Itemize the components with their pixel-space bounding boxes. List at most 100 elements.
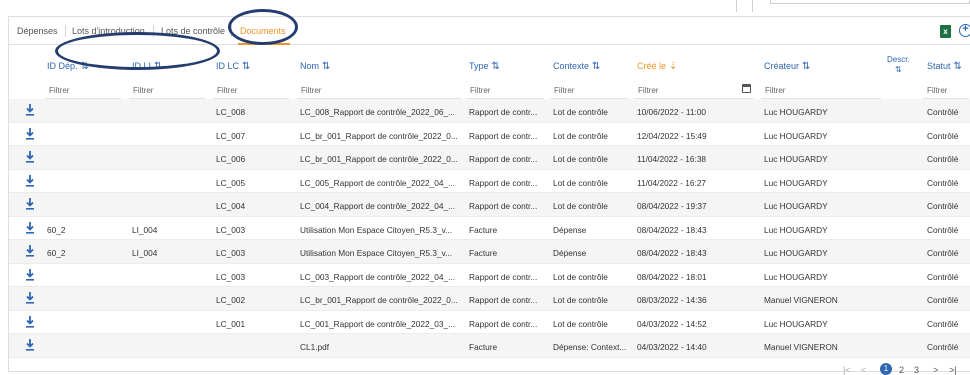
column-header-id-lc[interactable]: ID LC ⇅ [216, 61, 250, 72]
cell-type: Facture [469, 224, 498, 235]
cell-createur: Luc HOUGARDY [764, 224, 828, 235]
table-row[interactable]: LC_007 LC_br_001_Rapport de contrôle_2022… [9, 123, 970, 146]
table-row[interactable]: LC_008 LC_008_Rapport de contrôle_2022_06… [9, 99, 970, 123]
download-icon[interactable] [25, 174, 35, 187]
column-header-contexte[interactable]: Contexte ⇅ [553, 61, 600, 72]
cell-contexte: Lot de contrôle [553, 201, 608, 211]
table-row[interactable]: 60_2 LI_004 LC_003 Utilisation Mon Espace C… [9, 217, 970, 240]
filter-createur[interactable]: Filtrer [765, 86, 785, 95]
filter-contexte[interactable]: Filtrer [554, 86, 574, 95]
cell-id-lc: LC_003 [216, 271, 246, 282]
table-row[interactable]: LC_004 LC_004_Rapport de contrôle_2022_04… [9, 193, 970, 217]
table-row[interactable]: LC_003 LC_003_Rapport de contrôle_2022_04… [9, 264, 970, 287]
cell-id-lc: LC_007 [216, 130, 246, 141]
table-row[interactable]: CL1.pdf Facture Dépense: Context... 04/03/2… [9, 334, 970, 358]
cell-id-lc: LC_005 [216, 177, 246, 188]
download-icon[interactable] [25, 292, 35, 304]
column-header-nom[interactable]: Nom ⇅ [300, 61, 330, 72]
column-header-type[interactable]: Type ⇅ [469, 61, 500, 72]
cell-id-lc: LC_001 [216, 318, 246, 329]
download-icon[interactable] [25, 315, 35, 328]
filter-nom[interactable]: Filtrer [301, 86, 321, 95]
pagination-page-1[interactable]: 1 [880, 363, 892, 375]
cell-type: Rapport de contr... [469, 271, 538, 282]
cell-nom: LC_br_001_Rapport de contrôle_2022_0... [300, 295, 458, 305]
tab-lots-introduction[interactable]: Lots d'introduction [72, 26, 145, 36]
cell-createur: Luc HOUGARDY [764, 107, 828, 117]
cell-contexte: Lot de contrôle [553, 130, 608, 141]
filter-id-li[interactable]: Filtrer [133, 86, 153, 95]
tab-documents[interactable]: Documents [240, 26, 286, 36]
calendar-icon[interactable] [742, 84, 751, 93]
download-icon[interactable] [25, 104, 35, 116]
cell-nom: LC_008_Rapport de contrôle_2022_06_... [300, 107, 455, 117]
table-row[interactable]: LC_005 LC_005_Rapport de contrôle_2022_04… [9, 170, 970, 193]
filter-type[interactable]: Filtrer [470, 86, 490, 95]
cell-statut: Contrôlé [927, 295, 959, 305]
column-header-cree-le[interactable]: Créé le ⇣ [637, 61, 677, 72]
column-header-createur[interactable]: Créateur ⇅ [764, 61, 810, 72]
cell-type: Rapport de contr... [469, 295, 538, 305]
cell-type: Rapport de contr... [469, 201, 538, 211]
download-icon[interactable] [25, 198, 35, 210]
download-icon[interactable] [25, 245, 35, 257]
column-header-statut[interactable]: Statut ⇅ [927, 61, 962, 72]
tab-divider [153, 25, 154, 37]
pagination-page-2[interactable]: 2 [899, 365, 904, 375]
cell-statut: Contrôlé [927, 130, 959, 141]
download-icon[interactable] [25, 268, 35, 281]
filter-statut[interactable]: Filtrer [927, 86, 947, 95]
column-header-id-li[interactable]: ID LI ⇅ [132, 61, 162, 72]
cell-statut: Contrôlé [927, 342, 959, 352]
cell-contexte: Lot de contrôle [553, 271, 608, 282]
cell-statut: Contrôlé [927, 318, 959, 329]
column-header-id-dep[interactable]: ID Dép. ⇅ [47, 61, 89, 72]
cell-nom: LC_004_Rapport de contrôle_2022_04_... [300, 201, 455, 211]
cell-contexte: Dépense: Context... [553, 342, 627, 352]
filter-id-dep[interactable]: Filtrer [49, 86, 69, 95]
cell-id-dep: 60_2 [47, 224, 66, 235]
cell-nom: CL1.pdf [300, 342, 330, 352]
filter-cree-le[interactable]: Filtrer [638, 86, 658, 95]
download-icon[interactable] [25, 151, 35, 163]
cell-contexte: Lot de contrôle [553, 295, 608, 305]
cell-nom: LC_br_001_Rapport de contrôle_2022_0... [300, 130, 458, 141]
pagination-prev[interactable]: < [861, 365, 866, 375]
tab-divider [231, 25, 232, 37]
cell-id-lc: LC_008 [216, 107, 246, 117]
cell-nom: Utilisation Mon Espace Citoyen_R5.3_v... [300, 248, 453, 258]
cell-id-li: LI_004 [132, 224, 158, 235]
table-row[interactable]: LC_006 LC_br_001_Rapport de contrôle_2022… [9, 146, 970, 170]
table-row[interactable]: 60_2 LI_004 LC_003 Utilisation Mon Espace C… [9, 240, 970, 264]
cell-contexte: Lot de contrôle [553, 154, 608, 164]
cell-createur: Manuel VIGNERON [764, 342, 838, 352]
cell-id-lc: LC_003 [216, 224, 246, 235]
cell-id-lc: LC_006 [216, 154, 246, 164]
cell-cree-le: 11/04/2022 - 16:38 [637, 154, 707, 164]
add-circle-icon[interactable]: + [959, 24, 970, 37]
tab-lots-controle[interactable]: Lots de contrôle [161, 26, 225, 36]
pagination-last[interactable]: >| [949, 365, 957, 375]
cell-statut: Contrôlé [927, 177, 959, 188]
filter-id-lc[interactable]: Filtrer [217, 86, 237, 95]
cell-id-lc: LC_002 [216, 295, 246, 305]
cell-cree-le: 12/04/2022 - 15:49 [637, 130, 707, 141]
cell-createur: Luc HOUGARDY [764, 177, 828, 188]
column-header-descr[interactable]: Descr. ⇅ [887, 55, 910, 75]
excel-export-icon[interactable]: x [940, 25, 951, 38]
table-row[interactable]: LC_001 LC_001_Rapport de contrôle_2022_03… [9, 311, 970, 334]
cell-cree-le: 11/04/2022 - 16:27 [637, 177, 707, 188]
table-row[interactable]: LC_002 LC_br_001_Rapport de contrôle_2022… [9, 287, 970, 311]
pagination-first[interactable]: |< [843, 365, 851, 375]
tab-divider [65, 25, 66, 37]
pagination-page-3[interactable]: 3 [914, 365, 919, 375]
cell-cree-le: 08/04/2022 - 18:43 [637, 224, 707, 235]
top-input-edge[interactable] [770, 0, 970, 4]
cell-createur: Luc HOUGARDY [764, 318, 828, 329]
download-icon[interactable] [25, 221, 35, 234]
pagination-next[interactable]: > [933, 365, 938, 375]
cell-id-lc: LC_003 [216, 248, 246, 258]
download-icon[interactable] [25, 127, 35, 140]
download-icon[interactable] [25, 339, 35, 351]
tab-depenses[interactable]: Dépenses [17, 26, 58, 36]
